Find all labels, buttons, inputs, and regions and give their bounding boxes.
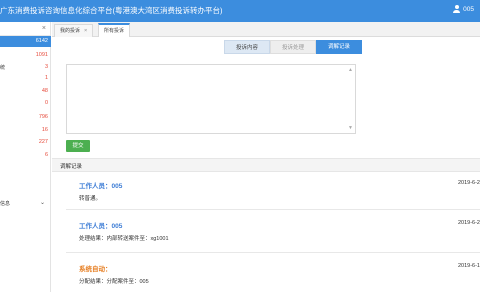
tab-all-complaints[interactable]: 所有投诉 bbox=[98, 23, 131, 37]
sidebar-item[interactable]: 227 bbox=[0, 137, 51, 148]
segment-complaint-content[interactable]: 投诉内容 bbox=[224, 40, 270, 54]
sidebar-item-label: 统 bbox=[0, 65, 6, 71]
record-author: 工作人员：005 bbox=[79, 223, 123, 230]
sidebar-item[interactable]: 48 bbox=[0, 86, 51, 97]
sidebar-item-count: 1091 bbox=[35, 52, 48, 58]
record-author: 系统自动： bbox=[79, 266, 112, 273]
scroll-down-icon[interactable]: ▼ bbox=[348, 125, 353, 131]
sidebar-item[interactable]: 统 3 bbox=[0, 62, 51, 73]
submit-button[interactable]: 提交 bbox=[66, 140, 90, 152]
record-author: 工作人员：005 bbox=[79, 183, 123, 190]
sidebar-item-count: 6142 bbox=[35, 38, 48, 44]
tab-bar: 我的投诉 × 所有投诉 bbox=[52, 22, 480, 37]
sidebar-item-count: 6 bbox=[44, 152, 48, 158]
sidebar-section-toggle[interactable]: 信息 ⌄ bbox=[0, 199, 51, 209]
sidebar-item-count: 48 bbox=[41, 88, 48, 94]
close-icon[interactable]: × bbox=[42, 25, 46, 32]
sidebar: × 6142 1091 统 3 1 48 0 796 16 227 6 信息 ⌄ bbox=[0, 22, 51, 292]
record-text: 转普通。 bbox=[79, 196, 102, 202]
segment-mediation-records[interactable]: 调解记录 bbox=[316, 40, 362, 54]
divider bbox=[66, 252, 480, 253]
tab-label: 我的投诉 bbox=[60, 28, 81, 34]
sidebar-item-count: 796 bbox=[38, 114, 48, 120]
tab-my-complaints[interactable]: 我的投诉 × bbox=[54, 24, 94, 37]
sidebar-item[interactable]: 0 bbox=[0, 98, 51, 109]
record-text: 处理结果：内部转送案件至：xg1001 bbox=[79, 236, 169, 242]
records-header: 调解记录 bbox=[52, 158, 480, 172]
sidebar-item-count: 3 bbox=[44, 64, 48, 70]
record-date: 2019-6-2 bbox=[457, 180, 480, 186]
sidebar-item[interactable]: 6 bbox=[0, 150, 51, 161]
platform-title: 广东消费投诉咨询信息化综合平台(粤港澳大湾区消费投诉转办平台) bbox=[0, 6, 223, 15]
sidebar-section-label: 信息 bbox=[0, 201, 11, 207]
close-icon[interactable]: × bbox=[84, 28, 87, 34]
chevron-down-icon: ⌄ bbox=[39, 200, 45, 206]
mediation-textarea[interactable]: ▲ ▼ bbox=[66, 64, 356, 134]
sidebar-item-count: 0 bbox=[44, 100, 48, 106]
tab-label: 所有投诉 bbox=[104, 28, 125, 34]
sidebar-item-count: 227 bbox=[38, 139, 48, 145]
sidebar-item[interactable]: 16 bbox=[0, 125, 51, 136]
segment-complaint-handling[interactable]: 投诉处理 bbox=[270, 40, 316, 54]
user-menu[interactable]: 005 bbox=[453, 5, 474, 13]
record-date: 2019-6-1 bbox=[457, 263, 480, 269]
records-title: 调解记录 bbox=[60, 164, 83, 170]
sidebar-item[interactable]: 1 bbox=[0, 73, 51, 84]
divider bbox=[66, 209, 480, 210]
record-date: 2019-6-2 bbox=[457, 220, 480, 226]
main-content: 投诉内容 投诉处理 调解记录 ▲ ▼ 提交 调解记录 工作人员：005 2019… bbox=[52, 37, 480, 292]
sidebar-item[interactable]: 1091 bbox=[0, 50, 51, 61]
sidebar-header: × bbox=[0, 22, 50, 36]
scroll-up-icon[interactable]: ▲ bbox=[348, 67, 353, 73]
sidebar-item-count: 16 bbox=[41, 127, 48, 133]
sidebar-item[interactable]: 6142 bbox=[0, 36, 51, 47]
record-text: 分配结果：分配案件至：005 bbox=[79, 279, 149, 285]
sidebar-item[interactable]: 796 bbox=[0, 112, 51, 123]
top-header-bar: 广东消费投诉咨询信息化综合平台(粤港澳大湾区消费投诉转办平台) 005 bbox=[0, 0, 480, 22]
user-name: 005 bbox=[463, 5, 474, 13]
user-icon bbox=[453, 5, 461, 13]
sidebar-item-count: 1 bbox=[44, 75, 48, 81]
